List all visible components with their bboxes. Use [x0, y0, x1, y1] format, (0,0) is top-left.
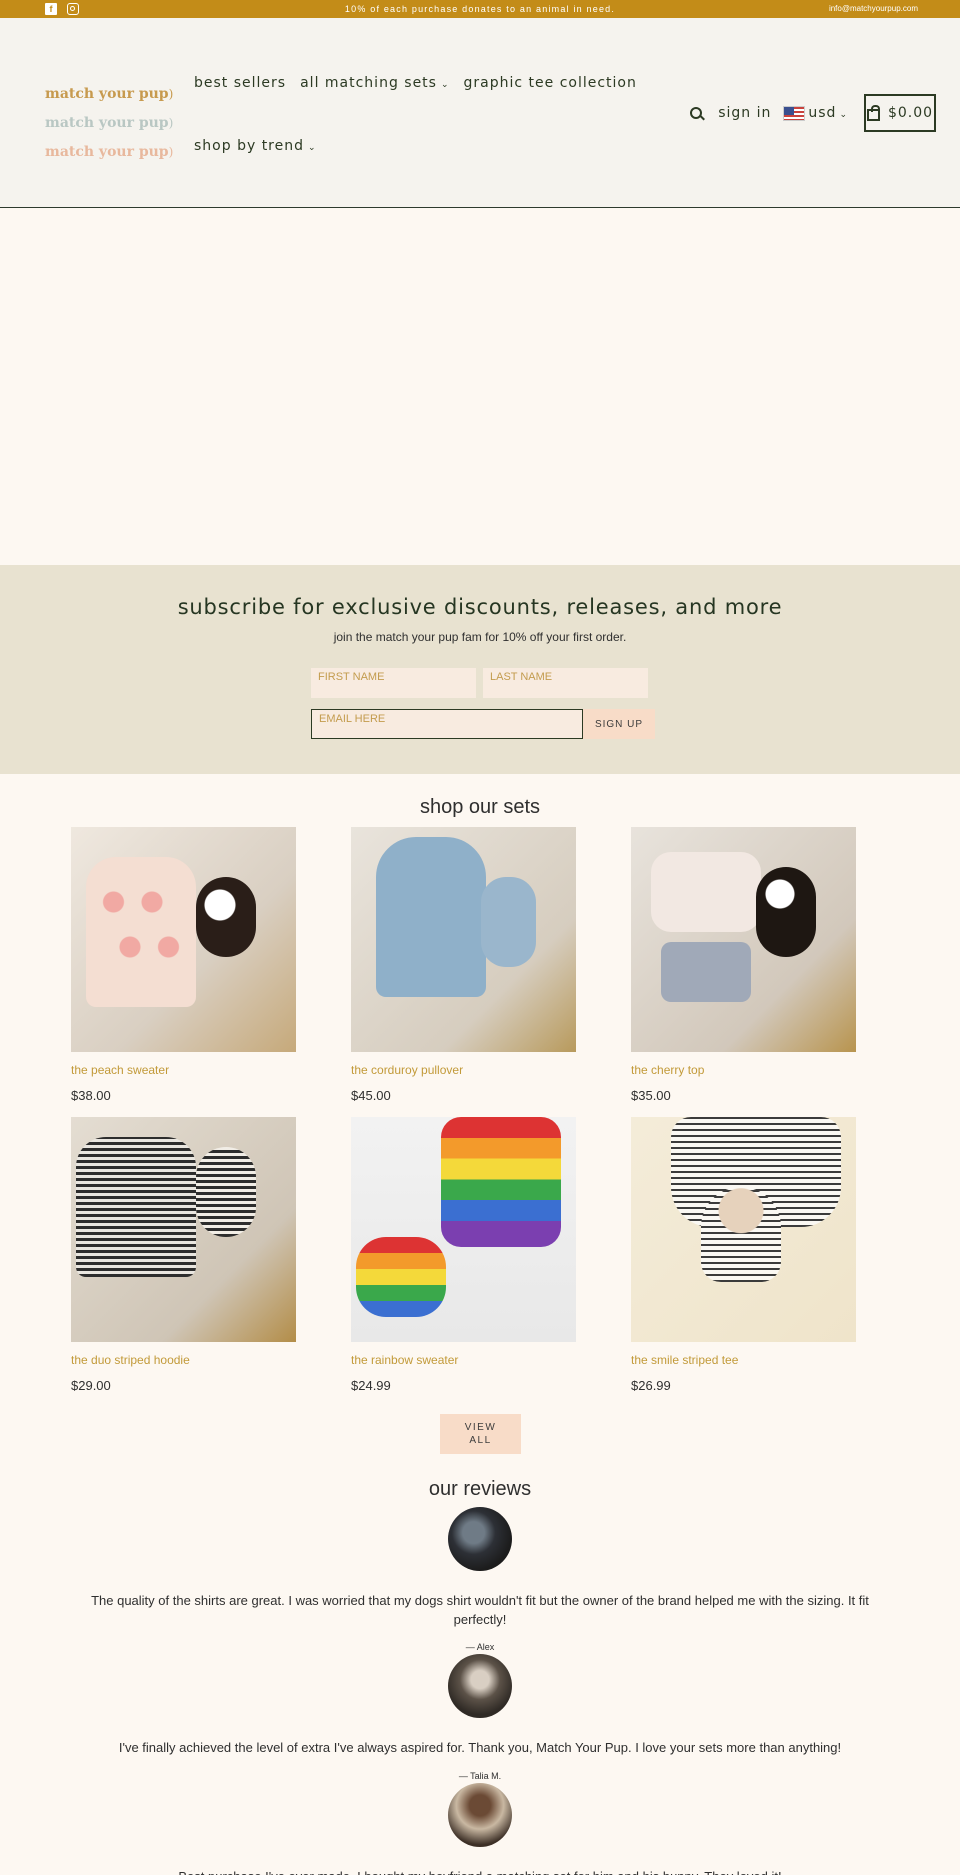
- view-all-button[interactable]: VIEW ALL: [440, 1414, 521, 1454]
- logo[interactable]: match your pup) match your pup) match yo…: [45, 80, 173, 167]
- review-text: The quality of the shirts are great. I w…: [91, 1593, 869, 1627]
- announcement-bar: f 10% of each purchase donates to an ani…: [0, 0, 960, 18]
- product-image[interactable]: [631, 827, 856, 1052]
- review-text: Best purchase I've ever made. I bought m…: [80, 1867, 880, 1875]
- product-price: $26.99: [631, 1378, 671, 1393]
- product-name[interactable]: the rainbow sweater: [351, 1353, 576, 1369]
- shop-sets-title: shop our sets: [419, 796, 541, 818]
- nav-shop-by-trend[interactable]: shop by trend ⌄: [194, 138, 317, 154]
- product-image[interactable]: [71, 1117, 296, 1342]
- product-image[interactable]: [351, 827, 576, 1052]
- product-card[interactable]: the smile striped tee $26.99: [631, 1117, 856, 1393]
- product-image[interactable]: [631, 1117, 856, 1342]
- product-name[interactable]: the duo striped hoodie: [71, 1353, 296, 1369]
- product-price: $45.00: [351, 1088, 391, 1103]
- review-author: — Alex: [465, 1642, 495, 1652]
- currency-label: usd: [808, 105, 837, 121]
- product-name[interactable]: the peach sweater: [71, 1063, 296, 1079]
- first-name-field[interactable]: FIRST NAME: [311, 668, 476, 698]
- reviewer-avatar: [448, 1783, 512, 1847]
- cart-button[interactable]: $0.00: [864, 94, 936, 132]
- product-price: $35.00: [631, 1088, 671, 1103]
- product-name[interactable]: the corduroy pullover: [351, 1063, 576, 1079]
- chevron-down-icon: ⌄: [440, 80, 450, 90]
- review-author: — Talia M.: [458, 1771, 502, 1781]
- newsletter-title: subscribe for exclusive discounts, relea…: [177, 595, 783, 619]
- reviewer-avatar: [448, 1507, 512, 1571]
- header-actions: sign in usd ⌄ $0.00: [690, 94, 936, 132]
- nav-all-matching-sets[interactable]: all matching sets ⌄: [300, 75, 449, 91]
- nav-graphic-tee-collection[interactable]: graphic tee collection: [464, 75, 637, 91]
- product-name[interactable]: the smile striped tee: [631, 1353, 856, 1369]
- sign-up-button[interactable]: SIGN UP: [583, 709, 655, 739]
- product-card[interactable]: the corduroy pullover $45.00: [351, 827, 576, 1103]
- sign-in-link[interactable]: sign in: [718, 105, 771, 121]
- chevron-down-icon: ⌄: [839, 110, 848, 120]
- newsletter-section: subscribe for exclusive discounts, relea…: [0, 565, 960, 774]
- product-name[interactable]: the cherry top: [631, 1063, 856, 1079]
- site-header: match your pup) match your pup) match yo…: [0, 18, 960, 208]
- product-card[interactable]: the rainbow sweater $24.99: [351, 1117, 576, 1393]
- review-text: I've finally achieved the level of extra…: [118, 1740, 842, 1755]
- reviews-title: our reviews: [428, 1478, 532, 1500]
- logo-line-3: match your pup): [45, 144, 174, 160]
- shopping-bag-icon: [866, 104, 880, 121]
- announcement-text: 10% of each purchase donates to an anima…: [344, 4, 616, 14]
- newsletter-subtitle: join the match your pup fam for 10% off …: [333, 630, 627, 644]
- main-nav: best sellers all matching sets ⌄ graphic …: [194, 70, 637, 159]
- chevron-down-icon: ⌄: [308, 143, 317, 153]
- product-price: $38.00: [71, 1088, 111, 1103]
- logo-line-2: match your pup): [45, 115, 174, 131]
- product-card[interactable]: the peach sweater $38.00: [71, 827, 296, 1103]
- nav-all-matching-sets-label: all matching sets: [300, 75, 437, 91]
- product-card[interactable]: the duo striped hoodie $29.00: [71, 1117, 296, 1393]
- product-image[interactable]: [71, 827, 296, 1052]
- product-card[interactable]: the cherry top $35.00: [631, 827, 856, 1103]
- last-name-field[interactable]: LAST NAME: [483, 668, 648, 698]
- email-field[interactable]: EMAIL HERE: [311, 709, 583, 739]
- nav-shop-by-trend-label: shop by trend: [194, 138, 305, 154]
- nav-best-sellers[interactable]: best sellers: [194, 75, 286, 91]
- us-flag-icon: [783, 105, 806, 121]
- reviewer-avatar: [448, 1654, 512, 1718]
- search-icon[interactable]: [690, 107, 703, 119]
- currency-selector[interactable]: usd ⌄: [808, 105, 848, 121]
- product-price: $24.99: [351, 1378, 391, 1393]
- hero-banner: [0, 209, 960, 565]
- product-price: $29.00: [71, 1378, 111, 1393]
- contact-email[interactable]: info@matchyourpup.com: [829, 4, 918, 13]
- logo-line-1: match your pup): [45, 86, 174, 102]
- product-image[interactable]: [351, 1117, 576, 1342]
- cart-total: $0.00: [887, 105, 934, 121]
